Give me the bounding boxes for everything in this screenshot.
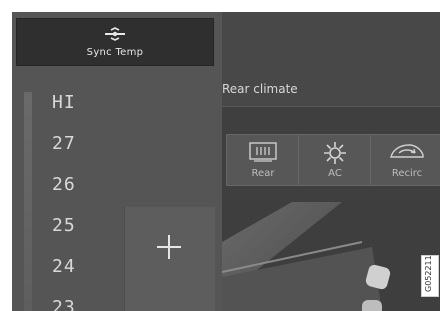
- sync-temp-button[interactable]: Sync Temp: [16, 18, 214, 66]
- temp-option-25[interactable]: 25: [52, 215, 76, 236]
- rear-climate-area: Rear climate Rear AC Recirc: [222, 12, 440, 311]
- temp-option-27[interactable]: 27: [52, 133, 76, 154]
- climate-screen: Sync Temp HI 27 26 25 24 23 Rear climate…: [12, 12, 440, 311]
- watermark-text: G052211: [424, 255, 433, 292]
- rear-climate-header: Rear climate: [222, 12, 440, 107]
- temp-option-26[interactable]: 26: [52, 174, 76, 195]
- temp-option-23[interactable]: 23: [52, 297, 76, 311]
- temp-increase-area: [124, 207, 215, 311]
- sync-temp-icon: [105, 27, 125, 41]
- rear-defrost-button[interactable]: Rear: [226, 134, 300, 186]
- recirculation-label: Recirc: [391, 168, 423, 179]
- ac-label: AC: [328, 168, 342, 179]
- ac-button[interactable]: AC: [298, 134, 372, 186]
- recirculation-button[interactable]: Recirc: [370, 134, 440, 186]
- image-id-watermark: G052211: [421, 255, 439, 297]
- sync-temp-label: Sync Temp: [86, 47, 144, 58]
- recirculation-icon: [390, 144, 424, 158]
- temperature-scale-bar[interactable]: [24, 92, 32, 311]
- left-temperature-panel: Sync Temp HI 27 26 25 24 23: [12, 12, 222, 311]
- temp-option-hi[interactable]: HI: [52, 92, 76, 113]
- rear-defrost-label: Rear: [251, 168, 275, 179]
- plus-icon[interactable]: [155, 233, 183, 261]
- seat-illustration: [222, 202, 440, 311]
- rear-climate-title: Rear climate: [222, 82, 298, 96]
- rear-defrost-icon: [249, 142, 277, 162]
- temp-option-24[interactable]: 24: [52, 256, 76, 277]
- rear-controls-row: Rear AC Recirc: [226, 134, 440, 186]
- ac-snowflake-icon: [324, 142, 346, 164]
